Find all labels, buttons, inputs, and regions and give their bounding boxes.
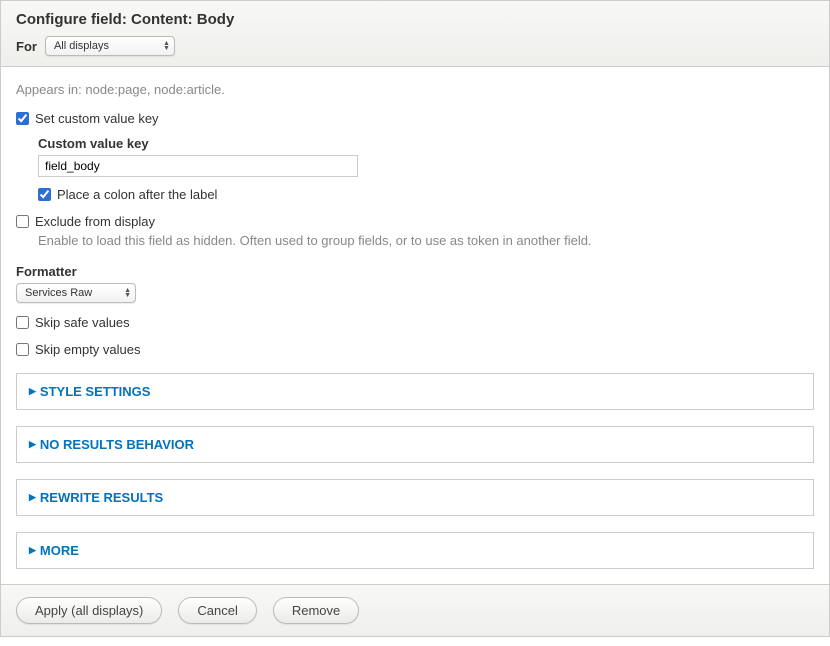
formatter-item: Formatter Services Raw ▲▼: [16, 264, 814, 303]
set-custom-value-key-item: Set custom value key Custom value key Pl…: [16, 111, 814, 202]
fieldset-no-results-behavior[interactable]: ▶ NO RESULTS BEHAVIOR: [16, 426, 814, 463]
place-colon-label[interactable]: Place a colon after the label: [57, 187, 217, 202]
exclude-from-display-item: Exclude from display Enable to load this…: [16, 214, 814, 248]
skip-empty-values-label[interactable]: Skip empty values: [35, 342, 141, 357]
exclude-from-display-description: Enable to load this field as hidden. Oft…: [38, 233, 814, 248]
fieldset-label: STYLE SETTINGS: [40, 384, 151, 399]
formatter-label: Formatter: [16, 264, 814, 279]
fieldset-label: NO RESULTS BEHAVIOR: [40, 437, 194, 452]
caret-right-icon: ▶: [29, 386, 36, 397]
configure-field-dialog: Configure field: Content: Body For All d…: [0, 0, 830, 637]
fieldset-label: MORE: [40, 543, 79, 558]
exclude-from-display-checkbox[interactable]: [16, 215, 29, 228]
custom-value-key-input[interactable]: [38, 155, 358, 177]
set-custom-value-key-checkbox[interactable]: [16, 112, 29, 125]
place-colon-checkbox[interactable]: [38, 188, 51, 201]
dialog-title: Configure field: Content: Body: [16, 11, 814, 28]
caret-right-icon: ▶: [29, 492, 36, 503]
cancel-button[interactable]: Cancel: [178, 597, 256, 624]
for-select-value: All displays: [54, 40, 109, 52]
custom-value-key-group: Custom value key Place a colon after the…: [38, 136, 814, 202]
for-row: For All displays ▲▼: [16, 36, 814, 56]
set-custom-value-key-label[interactable]: Set custom value key: [35, 111, 159, 126]
skip-empty-values-item: Skip empty values: [16, 342, 814, 357]
fieldset-style-settings[interactable]: ▶ STYLE SETTINGS: [16, 373, 814, 410]
custom-value-key-label: Custom value key: [38, 136, 814, 151]
fieldset-label: REWRITE RESULTS: [40, 490, 163, 505]
skip-safe-values-item: Skip safe values: [16, 315, 814, 330]
dialog-content: Appears in: node:page, node:article. Set…: [1, 67, 829, 584]
appears-in-text: Appears in: node:page, node:article.: [16, 82, 814, 97]
formatter-select-value: Services Raw: [25, 287, 92, 299]
select-arrows-icon: ▲▼: [163, 41, 170, 51]
select-arrows-icon: ▲▼: [124, 288, 131, 298]
caret-right-icon: ▶: [29, 439, 36, 450]
for-select[interactable]: All displays ▲▼: [45, 36, 175, 56]
dialog-header: Configure field: Content: Body For All d…: [1, 1, 829, 67]
exclude-from-display-label[interactable]: Exclude from display: [35, 214, 155, 229]
remove-button[interactable]: Remove: [273, 597, 359, 624]
apply-button[interactable]: Apply (all displays): [16, 597, 162, 624]
skip-safe-values-checkbox[interactable]: [16, 316, 29, 329]
dialog-footer: Apply (all displays) Cancel Remove: [1, 584, 829, 636]
skip-empty-values-checkbox[interactable]: [16, 343, 29, 356]
skip-safe-values-label[interactable]: Skip safe values: [35, 315, 130, 330]
formatter-select[interactable]: Services Raw ▲▼: [16, 283, 136, 303]
fieldset-more[interactable]: ▶ MORE: [16, 532, 814, 569]
fieldset-rewrite-results[interactable]: ▶ REWRITE RESULTS: [16, 479, 814, 516]
caret-right-icon: ▶: [29, 545, 36, 556]
for-label: For: [16, 39, 37, 54]
